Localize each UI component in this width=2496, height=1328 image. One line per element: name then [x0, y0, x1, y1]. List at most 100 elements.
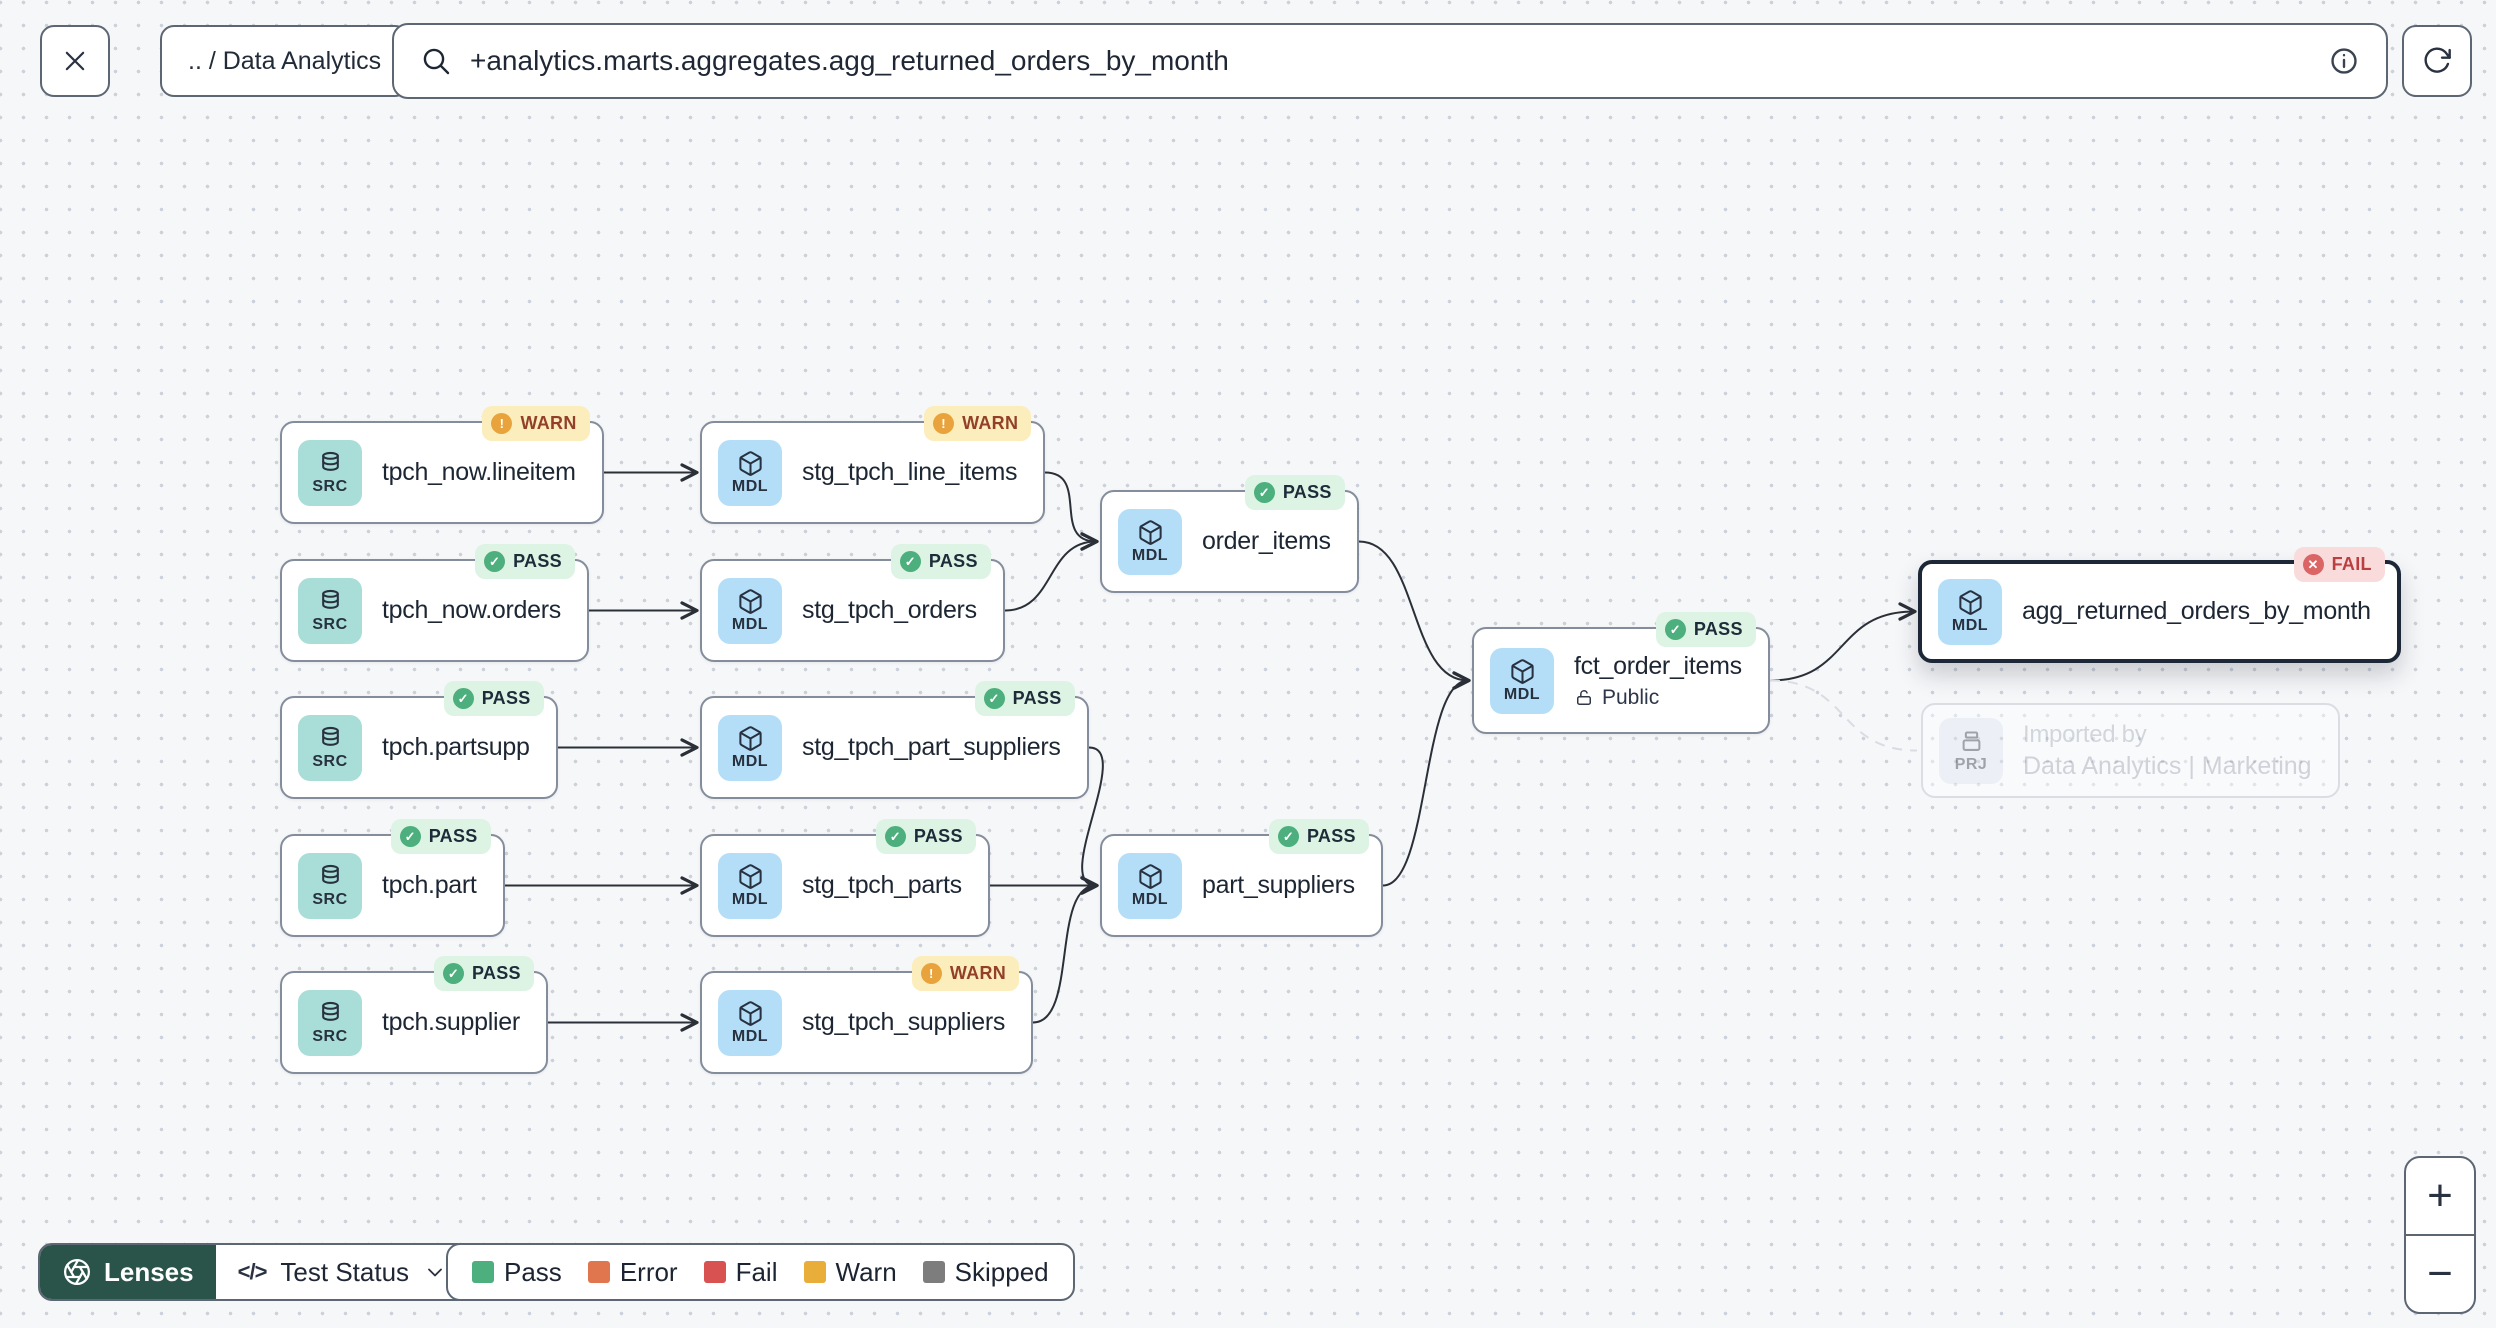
node-kind-badge-mdl: MDL	[1118, 508, 1182, 575]
graph-node-tpch_supplier[interactable]: ✓ PASS SRC tpch.supplier	[280, 956, 548, 1074]
status-badge-pass: ✓ PASS	[1655, 612, 1756, 647]
node-title: agg_returned_orders_by_month	[2022, 597, 2371, 625]
status-pass-icon: ✓	[452, 688, 474, 709]
legend-item-error: Error	[587, 1257, 678, 1288]
breadcrumb-label: .. / Data Analytics	[188, 46, 382, 75]
box-icon	[1510, 658, 1534, 684]
graph-node-tpch_partsupp[interactable]: ✓ PASS SRC tpch.partsupp	[280, 681, 558, 799]
node-kind-badge-mdl: MDL	[1118, 852, 1182, 919]
status-badge-warn: ! WARN	[911, 956, 1020, 991]
legend-swatch-fail	[703, 1261, 726, 1283]
box-icon	[738, 450, 762, 476]
node-title: stg_tpch_parts	[802, 871, 962, 899]
status-pass-icon: ✓	[399, 826, 421, 847]
graph-node-stg_tpch_orders[interactable]: ✓ PASS MDL stg_tpch_orders	[700, 544, 1005, 662]
edge-order_items-to-fct_order_items	[1358, 540, 1471, 690]
graph-node-tpch_now_lineitem[interactable]: ! WARN SRC tpch_now.lineitem	[280, 406, 604, 524]
search-bar[interactable]	[392, 23, 2388, 99]
node-project-label: Data Analytics | Marketing	[2023, 751, 2312, 780]
node-imported-by-label: Imported by	[2023, 720, 2147, 748]
lenses-button[interactable]: Lenses	[40, 1245, 216, 1299]
node-title: stg_tpch_line_items	[802, 458, 1018, 486]
node-title: tpch.partsupp	[382, 733, 530, 761]
status-badge-pass: ✓ PASS	[974, 681, 1075, 716]
edge-stg_tpch_orders-to-order_items	[1004, 532, 1099, 612]
node-title: stg_tpch_orders	[802, 596, 977, 624]
status-pass-icon: ✓	[983, 688, 1005, 709]
legend-item-pass: Pass	[472, 1257, 562, 1288]
edge-fct_order_items-to-imported_by_marketing	[1769, 679, 1918, 752]
test-status-legend: Pass Error Fail Warn Skipped	[446, 1243, 1075, 1301]
legend-item-skipped: Skipped	[922, 1257, 1049, 1288]
node-kind-badge-src: SRC	[298, 577, 362, 644]
legend-swatch-skipped	[922, 1261, 945, 1283]
legend-swatch-warn	[803, 1261, 826, 1283]
refresh-icon	[2424, 47, 2451, 73]
legend-item-warn: Warn	[803, 1257, 897, 1288]
status-badge-pass: ✓ PASS	[433, 956, 534, 991]
node-kind-badge-src: SRC	[298, 852, 362, 919]
graph-node-stg_tpch_parts[interactable]: ✓ PASS MDL stg_tpch_parts	[700, 819, 990, 937]
search-icon	[423, 48, 450, 75]
graph-node-stg_tpch_suppliers[interactable]: ! WARN MDL stg_tpch_suppliers	[700, 956, 1034, 1074]
aperture-icon	[64, 1259, 90, 1285]
node-kind-badge-src: SRC	[298, 989, 362, 1056]
database-icon	[321, 1001, 339, 1021]
status-badge-pass: ✓ PASS	[475, 544, 575, 579]
box-icon	[738, 588, 762, 614]
node-access-label: Public	[1574, 686, 1742, 710]
status-badge-pass: ✓ PASS	[1244, 475, 1345, 510]
code-icon: </>	[237, 1259, 268, 1284]
close-button[interactable]	[40, 25, 110, 97]
status-badge-fail: ✕ FAIL	[2293, 547, 2385, 582]
edge-part_suppliers-to-fct_order_items	[1382, 671, 1471, 887]
status-pass-icon: ✓	[442, 963, 464, 984]
edge-layer	[505, 463, 1918, 1032]
graph-node-imported_by_marketing[interactable]: PRJ Imported by Data Analytics | Marketin…	[1921, 703, 2340, 798]
node-kind-badge-prj: PRJ	[1939, 717, 2003, 784]
lens-selector[interactable]: </> Test Status	[215, 1245, 470, 1299]
edge-stg_tpch_line_items-to-order_items	[1044, 471, 1099, 551]
node-kind-badge-mdl: MDL	[718, 439, 782, 506]
unlock-icon	[1577, 689, 1591, 705]
refresh-button[interactable]	[2402, 25, 2472, 97]
node-title: stg_tpch_suppliers	[802, 1008, 1006, 1036]
lineage-canvas[interactable]: ! WARN SRC tpch_now.lineitem ! WARN MDL stg_…	[0, 0, 2496, 1328]
status-badge-warn: ! WARN	[924, 406, 1032, 441]
lens-control-group: Lenses </> Test Status	[38, 1243, 472, 1301]
status-pass-icon: ✓	[1253, 482, 1275, 503]
status-pass-icon: ✓	[884, 826, 906, 847]
node-kind-badge-mdl: MDL	[718, 852, 782, 919]
graph-node-part_suppliers[interactable]: ✓ PASS MDL part_suppliers	[1100, 819, 1383, 937]
zoom-out-button[interactable]: −	[2406, 1234, 2474, 1312]
graph-node-order_items[interactable]: ✓ PASS MDL order_items	[1100, 475, 1359, 593]
graph-node-stg_tpch_line_items[interactable]: ! WARN MDL stg_tpch_line_items	[700, 406, 1046, 524]
database-icon	[321, 864, 339, 884]
graph-node-tpch_part[interactable]: ✓ PASS SRC tpch.part	[280, 819, 505, 937]
graph-node-agg_returned_orders_by_month[interactable]: ✕ FAIL MDL agg_returned_orders_by_month	[1918, 547, 2401, 663]
node-kind-badge-mdl: MDL	[718, 989, 782, 1056]
database-icon	[321, 589, 339, 609]
node-kind-badge-mdl: MDL	[718, 714, 782, 781]
graph-node-tpch_now_orders[interactable]: ✓ PASS SRC tpch_now.orders	[280, 544, 589, 662]
zoom-in-button[interactable]: +	[2406, 1158, 2474, 1234]
edge-stg_tpch_suppliers-to-part_suppliers	[1032, 876, 1099, 1024]
node-title: tpch_now.lineitem	[382, 458, 576, 486]
status-warn-icon: !	[933, 413, 955, 434]
graph-node-stg_tpch_part_suppliers[interactable]: ✓ PASS MDL stg_tpch_part_suppliers	[700, 681, 1089, 799]
node-title: fct_order_items	[1574, 651, 1742, 680]
status-pass-icon: ✓	[1277, 826, 1299, 847]
legend-item-fail: Fail	[703, 1257, 778, 1288]
graph-node-fct_order_items[interactable]: ✓ PASS MDL fct_order_items Public	[1472, 612, 1770, 734]
breadcrumb[interactable]: .. / Data Analytics	[160, 25, 410, 97]
status-pass-icon: ✓	[899, 551, 921, 572]
close-icon	[65, 51, 85, 71]
database-icon	[321, 726, 339, 746]
zoom-controls: + −	[2404, 1156, 2476, 1314]
search-input[interactable]	[468, 44, 2312, 78]
info-icon[interactable]	[2328, 45, 2360, 77]
status-pass-icon: ✓	[484, 551, 506, 572]
box-icon	[738, 863, 762, 889]
node-kind-badge-mdl: MDL	[718, 577, 782, 644]
status-badge-pass: ✓ PASS	[875, 819, 976, 854]
